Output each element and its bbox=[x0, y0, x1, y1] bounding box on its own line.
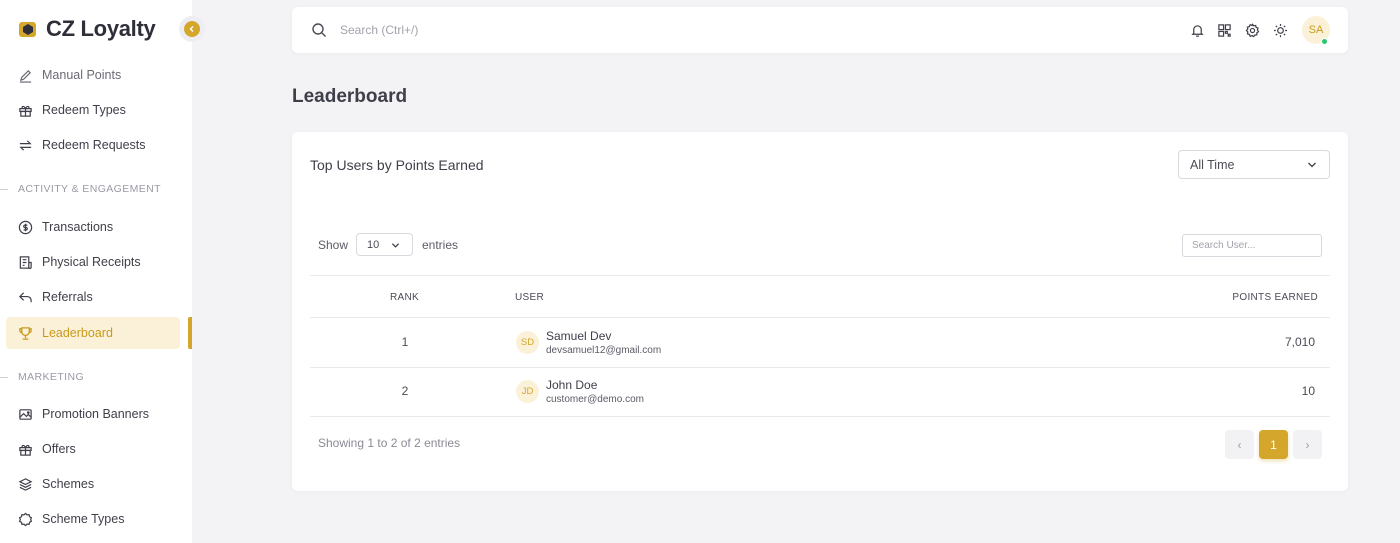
online-status-dot bbox=[1321, 38, 1328, 45]
grid-icon[interactable] bbox=[1217, 23, 1232, 38]
pencil-icon bbox=[19, 69, 32, 83]
sidebar-item-transactions[interactable]: Transactions bbox=[6, 211, 180, 243]
sidebar-item-offers[interactable]: Offers bbox=[6, 433, 180, 465]
entries-select-value: 10 bbox=[367, 238, 380, 251]
brand-name: CZ Loyalty bbox=[46, 16, 156, 41]
entries-select[interactable]: 10 bbox=[356, 233, 413, 256]
rank-cell: 2 bbox=[401, 384, 409, 398]
user-name: Samuel Dev bbox=[546, 329, 612, 343]
sidebar-item-label: Manual Points bbox=[42, 68, 122, 82]
entries-label: entries bbox=[422, 238, 459, 252]
arrows-swap-icon bbox=[19, 139, 32, 151]
user-avatar: JD bbox=[516, 380, 539, 403]
pagination-page-1[interactable]: 1 bbox=[1259, 430, 1288, 459]
table-divider bbox=[310, 367, 1330, 368]
sidebar-item-label: Redeem Types bbox=[42, 103, 126, 117]
table-divider bbox=[310, 317, 1330, 318]
search-icon bbox=[312, 23, 326, 37]
rank-cell: 1 bbox=[401, 335, 409, 349]
sidebar-item-label: Promotion Banners bbox=[42, 407, 150, 421]
trophy-icon bbox=[19, 326, 32, 340]
layers-icon bbox=[18, 477, 33, 491]
user-name: John Doe bbox=[546, 378, 598, 392]
gift-icon bbox=[19, 105, 32, 117]
badge-icon bbox=[18, 512, 33, 526]
chevron-down-icon bbox=[1308, 162, 1316, 168]
points-cell: 10 bbox=[1301, 384, 1315, 398]
topbar: SA bbox=[292, 7, 1348, 53]
dollar-circle-icon bbox=[18, 220, 33, 234]
sidebar-item-redeem-requests[interactable]: Redeem Requests bbox=[6, 129, 180, 161]
gear-icon[interactable] bbox=[1245, 23, 1260, 38]
pagination-info: Showing 1 to 2 of 2 entries bbox=[318, 436, 461, 450]
column-header-rank[interactable]: Rank bbox=[390, 292, 419, 303]
table-divider bbox=[310, 275, 1330, 276]
image-icon bbox=[19, 408, 32, 420]
sidebar-item-schemes[interactable]: Schemes bbox=[6, 468, 180, 500]
period-select[interactable]: All Time bbox=[1178, 150, 1330, 179]
receipt-icon bbox=[19, 255, 32, 269]
sun-icon[interactable] bbox=[1273, 23, 1288, 38]
sidebar-item-label: Leaderboard bbox=[42, 326, 113, 340]
leaderboard-card: Top Users by Points Earned All Time Show… bbox=[292, 132, 1348, 491]
brand-logo-icon bbox=[19, 22, 36, 37]
sidebar-item-referrals[interactable]: Referrals bbox=[6, 281, 180, 313]
table-divider bbox=[310, 416, 1330, 417]
sidebar-item-label: Physical Receipts bbox=[42, 255, 141, 269]
sidebar-item-manual-points[interactable]: Manual Points bbox=[6, 59, 180, 91]
chevron-left-icon bbox=[184, 21, 200, 37]
user-email: customer@demo.com bbox=[546, 394, 644, 405]
section-label-marketing: Marketing bbox=[18, 371, 85, 383]
reply-arrow-icon bbox=[19, 291, 32, 302]
sidebar-item-promotion-banners[interactable]: Promotion Banners bbox=[6, 398, 180, 430]
sidebar-item-leaderboard[interactable]: Leaderboard bbox=[6, 317, 180, 349]
user-avatar: SD bbox=[516, 331, 539, 354]
sidebar-item-label: Transactions bbox=[42, 220, 114, 234]
sidebar-item-label: Referrals bbox=[42, 290, 93, 304]
show-label: Show bbox=[318, 238, 349, 252]
chevron-down-icon bbox=[391, 243, 400, 248]
column-header-points[interactable]: Points Earned bbox=[1232, 292, 1318, 303]
period-select-value: All Time bbox=[1190, 157, 1235, 172]
sidebar-item-scheme-types[interactable]: Scheme Types bbox=[6, 503, 180, 535]
sidebar-item-label: Offers bbox=[42, 442, 76, 456]
column-header-user[interactable]: User bbox=[515, 292, 544, 303]
bell-icon[interactable] bbox=[1190, 23, 1205, 38]
user-search-input[interactable] bbox=[1182, 234, 1322, 257]
brand[interactable]: CZ Loyalty bbox=[18, 14, 156, 44]
sidebar-item-label: Redeem Requests bbox=[42, 138, 146, 152]
card-title: Top Users by Points Earned bbox=[310, 157, 484, 173]
user-email: devsamuel12@gmail.com bbox=[546, 345, 662, 356]
pagination-prev-button[interactable]: ‹ bbox=[1225, 430, 1254, 459]
gift-icon bbox=[19, 444, 32, 456]
sidebar-item-redeem-types[interactable]: Redeem Types bbox=[6, 94, 180, 126]
sidebar-item-physical-receipts[interactable]: Physical Receipts bbox=[6, 246, 180, 278]
active-indicator bbox=[188, 317, 192, 349]
pagination-next-button[interactable]: › bbox=[1293, 430, 1322, 459]
section-divider bbox=[0, 189, 8, 190]
points-cell: 7,010 bbox=[1284, 335, 1315, 349]
section-label-activity: Activity & Engagement bbox=[18, 183, 161, 195]
sidebar-collapse-button[interactable] bbox=[179, 16, 205, 42]
sidebar-item-label: Schemes bbox=[42, 477, 95, 491]
sidebar: CZ Loyalty Manual Points Redeem Types Re… bbox=[0, 0, 192, 543]
sidebar-item-label: Scheme Types bbox=[42, 512, 125, 526]
page-title: Leaderboard bbox=[292, 86, 408, 107]
section-divider bbox=[0, 377, 8, 378]
search-input[interactable] bbox=[340, 19, 740, 41]
